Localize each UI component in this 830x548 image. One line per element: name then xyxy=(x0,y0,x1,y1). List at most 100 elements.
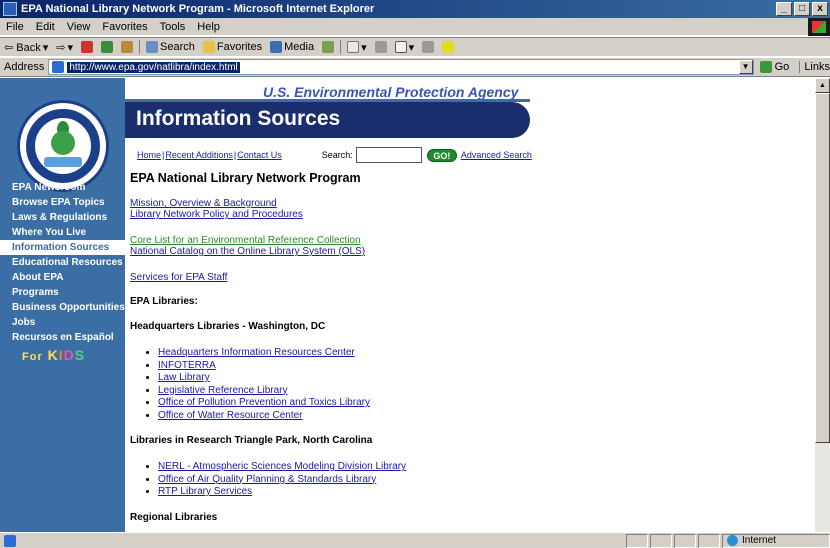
contact-us-link[interactable]: Contact Us xyxy=(237,150,282,160)
list-item: Headquarters Information Resources Cente… xyxy=(158,347,790,360)
home-link[interactable]: Home xyxy=(137,150,161,160)
toolbar-separator xyxy=(139,40,141,54)
recent-additions-link[interactable]: Recent Additions xyxy=(165,150,233,160)
messenger-button[interactable] xyxy=(438,41,458,53)
search-toolbar-button[interactable]: Search xyxy=(142,41,199,53)
stop-icon xyxy=(81,41,94,53)
libraries-heading: EPA Libraries: xyxy=(130,296,198,307)
ols-catalog-link[interactable]: National Catalog on the Online Library S… xyxy=(130,246,790,257)
close-button[interactable]: x xyxy=(812,2,828,16)
discuss-button[interactable] xyxy=(418,41,438,53)
list-item: Office of Water Resource Center xyxy=(158,410,790,423)
hq-library-link[interactable]: Headquarters Information Resources Cente… xyxy=(158,347,355,358)
rtp-heading: Libraries in Research Triangle Park, Nor… xyxy=(130,435,373,446)
advanced-search-link[interactable]: Advanced Search xyxy=(461,150,532,160)
for-kids-link[interactable]: For KIDS xyxy=(22,347,85,363)
sidebar-item-about[interactable]: About EPA xyxy=(0,270,125,285)
sidebar-item-educational[interactable]: Educational Resources xyxy=(0,255,125,270)
favorites-label: Favorites xyxy=(216,41,263,53)
favorites-button[interactable]: Favorites xyxy=(199,41,266,53)
links-button[interactable]: Links xyxy=(799,61,830,73)
menu-edit[interactable]: Edit xyxy=(30,21,61,33)
list-item: Legislative Reference Library xyxy=(158,385,790,398)
kids-word: KIDS xyxy=(48,347,85,363)
sidebar-item-programs[interactable]: Programs xyxy=(0,285,125,300)
scroll-up-arrow-icon[interactable]: ▲ xyxy=(815,78,830,93)
mail-button[interactable]: ▾ xyxy=(343,41,371,54)
sidebar-item-newsroom[interactable]: EPA Newsroom xyxy=(0,180,125,195)
sidebar-item-business[interactable]: Business Opportunities xyxy=(0,300,125,315)
refresh-button[interactable] xyxy=(97,41,117,53)
sidebar-item-espanol[interactable]: Recursos en Español xyxy=(0,330,125,345)
menu-favorites[interactable]: Favorites xyxy=(96,21,153,33)
edit-button[interactable]: ▾ xyxy=(391,41,419,54)
minimize-button[interactable]: _ xyxy=(776,2,792,16)
sidebar-item-where-you-live[interactable]: Where You Live xyxy=(0,225,125,240)
list-item: Law Library xyxy=(158,372,790,385)
hq-library-link[interactable]: INFOTERRA xyxy=(158,360,216,371)
messenger-icon xyxy=(442,41,455,53)
address-dropdown-button[interactable]: ▼ xyxy=(738,60,753,74)
menu-tools[interactable]: Tools xyxy=(154,21,192,33)
kids-letter: D xyxy=(63,347,75,363)
print-button[interactable] xyxy=(371,41,391,53)
search-label: Search: xyxy=(321,150,353,160)
address-input[interactable]: http://www.epa.gov/natlibra/index.html ▼ xyxy=(48,59,754,75)
stop-button[interactable] xyxy=(77,41,97,53)
address-url[interactable]: http://www.epa.gov/natlibra/index.html xyxy=(67,61,240,73)
sidebar-item-laws[interactable]: Laws & Regulations xyxy=(0,210,125,225)
menu-view[interactable]: View xyxy=(61,21,97,33)
section-title: Information Sources xyxy=(136,107,341,130)
edit-icon xyxy=(394,41,407,53)
media-label: Media xyxy=(284,41,315,53)
address-label: Address xyxy=(4,61,45,73)
sidebar-item-jobs[interactable]: Jobs xyxy=(0,315,125,330)
rtp-library-link[interactable]: RTP Library Services xyxy=(158,486,252,497)
list-item: NERL - Atmospheric Sciences Modeling Div… xyxy=(158,461,790,474)
policy-link[interactable]: Library Network Policy and Procedures xyxy=(130,209,790,220)
core-list-link[interactable]: Core List for an Environmental Reference… xyxy=(130,235,790,246)
rtp-library-link[interactable]: NERL - Atmospheric Sciences Modeling Div… xyxy=(158,461,406,472)
history-button[interactable] xyxy=(318,41,338,53)
forward-button[interactable]: ⇨ ▾ xyxy=(52,41,77,54)
rtp-library-link[interactable]: Office of Air Quality Planning & Standar… xyxy=(158,474,376,485)
rtp-list: NERL - Atmospheric Sciences Modeling Div… xyxy=(158,461,790,499)
mission-link[interactable]: Mission, Overview & Background xyxy=(130,198,790,209)
title-bar: EPA National Library Network Program - M… xyxy=(0,0,830,18)
regional-heading: Regional Libraries xyxy=(130,511,218,523)
hq-library-link[interactable]: Legislative Reference Library xyxy=(158,385,288,396)
hq-library-link[interactable]: Law Library xyxy=(158,372,210,383)
menu-file[interactable]: File xyxy=(0,21,30,33)
site-search-input[interactable] xyxy=(355,147,422,163)
windows-logo-icon xyxy=(808,18,830,36)
menu-help[interactable]: Help xyxy=(191,21,226,33)
zone-label: Internet xyxy=(742,535,776,546)
search-toolbar-label: Search xyxy=(160,41,195,53)
back-button[interactable]: ⇦ Back ▾ xyxy=(0,41,52,54)
mail-icon xyxy=(347,41,360,53)
go-button[interactable]: Go xyxy=(759,61,789,73)
hq-library-link[interactable]: Office of Water Resource Center xyxy=(158,410,303,421)
home-button[interactable] xyxy=(117,41,137,53)
site-search-go-button[interactable]: GO! xyxy=(426,148,457,162)
ie-icon xyxy=(3,2,17,16)
media-button[interactable]: Media xyxy=(266,41,318,53)
maximize-button[interactable]: □ xyxy=(794,2,810,16)
sidebar-item-browse-topics[interactable]: Browse EPA Topics xyxy=(0,195,125,210)
hq-heading: Headquarters Libraries - Washington, DC xyxy=(130,321,326,332)
go-arrow-icon xyxy=(759,61,772,73)
page-icon xyxy=(52,61,65,73)
epa-seal-logo[interactable] xyxy=(17,100,109,192)
page-content: EPA Newsroom Browse EPA Topics Laws & Re… xyxy=(0,78,815,532)
kids-letter: K xyxy=(47,347,59,363)
sidebar-item-information-sources[interactable]: Information Sources xyxy=(0,240,125,255)
agency-name[interactable]: U.S. Environmental Protection Agency xyxy=(263,84,518,100)
print-icon xyxy=(374,41,387,53)
hq-library-link[interactable]: Office of Pollution Prevention and Toxic… xyxy=(158,397,370,408)
window-title: EPA National Library Network Program - M… xyxy=(21,3,375,15)
scroll-thumb[interactable] xyxy=(815,93,830,443)
services-link[interactable]: Services for EPA Staff xyxy=(130,272,790,283)
page-title: EPA National Library Network Program xyxy=(130,171,361,185)
vertical-scrollbar[interactable]: ▲ xyxy=(815,78,830,532)
forward-label: ⇨ xyxy=(56,41,66,54)
